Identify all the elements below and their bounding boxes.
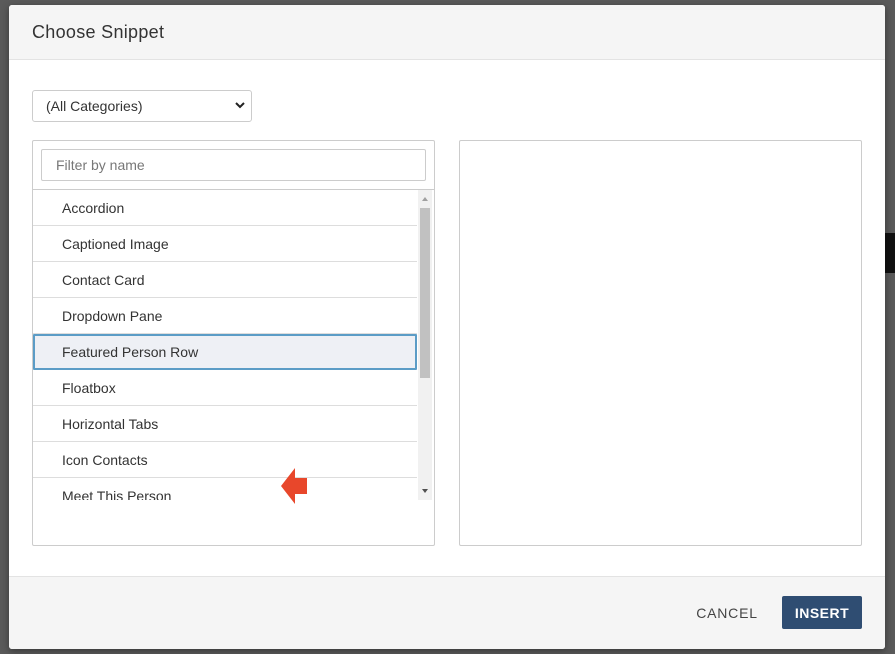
list-item-label: Meet This Person (62, 487, 172, 501)
list-item[interactable]: Floatbox (33, 370, 417, 406)
dialog-title: Choose Snippet (32, 21, 165, 42)
chevron-down-icon (235, 102, 245, 109)
scrollbar[interactable] (418, 190, 432, 500)
list-item-label: Floatbox (62, 379, 116, 396)
list-item[interactable]: Captioned Image (33, 226, 417, 262)
cancel-button[interactable]: CANCEL (682, 597, 772, 629)
scroll-thumb[interactable] (420, 208, 430, 378)
list-item[interactable]: Featured Person Row (33, 334, 417, 370)
background-page-edge (885, 233, 895, 273)
filter-input[interactable] (41, 149, 426, 181)
choose-snippet-dialog: Choose Snippet (All Categories) Accordio… (9, 5, 885, 649)
arrow-left-icon (281, 468, 307, 504)
snippet-list-panel: Accordion Captioned Image Contact Card Drop… (32, 140, 435, 546)
snippet-preview-panel (459, 140, 862, 546)
list-item-label: Icon Contacts (62, 451, 148, 468)
dialog-footer: CANCEL INSERT (9, 576, 885, 649)
list-item-label: Featured Person Row (62, 344, 199, 360)
list-item[interactable]: Contact Card (33, 262, 417, 298)
dialog-header: Choose Snippet (9, 5, 885, 60)
list-item-label: Horizontal Tabs (62, 415, 159, 432)
list-item[interactable]: Icon Contacts (33, 442, 417, 478)
list-item[interactable]: Accordion (33, 190, 417, 226)
category-select[interactable]: (All Categories) (32, 90, 252, 122)
insert-button[interactable]: INSERT (782, 596, 862, 629)
list-item-label: Captioned Image (62, 235, 169, 252)
scroll-up-arrow-icon[interactable] (420, 194, 430, 204)
snippet-list: Accordion Captioned Image Contact Card Drop… (33, 190, 417, 500)
list-item-label: Contact Card (62, 271, 145, 288)
list-item[interactable]: Meet This Person (33, 478, 417, 500)
list-item[interactable]: Dropdown Pane (33, 298, 417, 334)
list-item-label: Dropdown Pane (62, 307, 163, 324)
list-item[interactable]: Horizontal Tabs (33, 406, 417, 442)
category-select-value: (All Categories) (46, 98, 143, 114)
list-item-label: Accordion (62, 199, 125, 216)
scroll-down-arrow-icon[interactable] (420, 486, 430, 496)
